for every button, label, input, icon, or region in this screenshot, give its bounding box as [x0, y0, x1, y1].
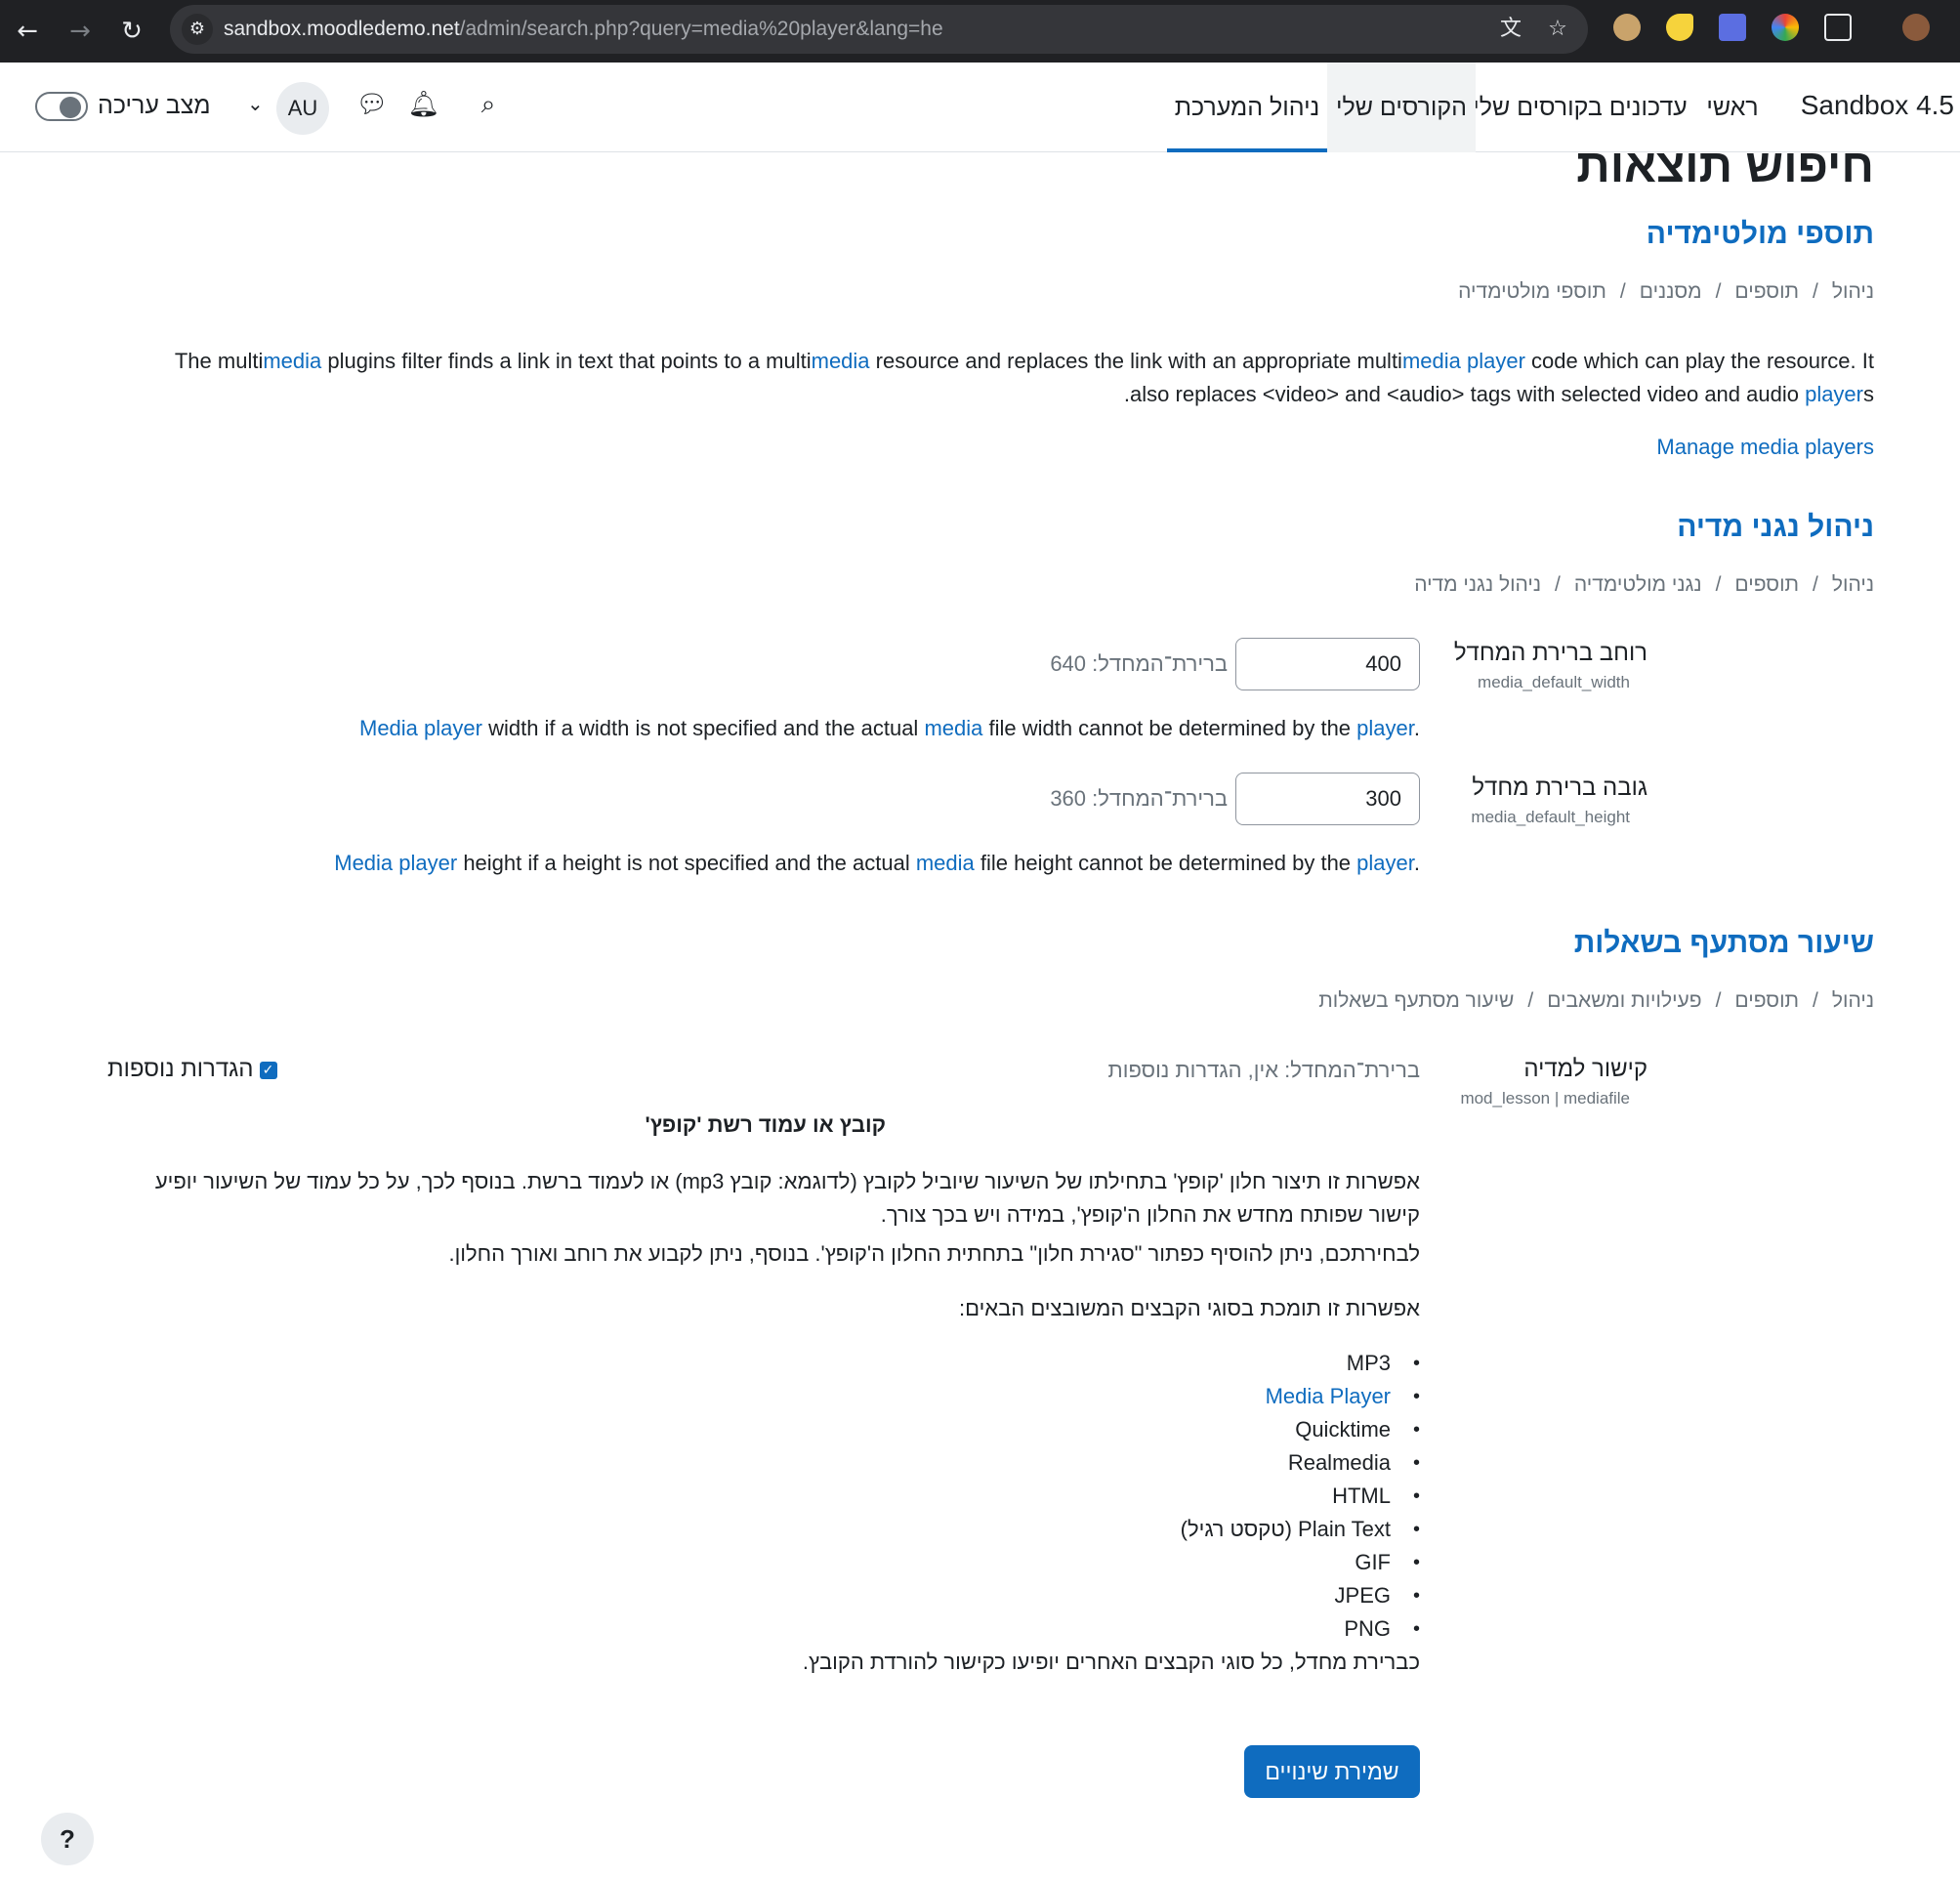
chevron-down-icon[interactable]: ⌄: [247, 92, 264, 115]
reload-icon[interactable]: ↻: [112, 12, 151, 51]
color-extension-icon[interactable]: [1772, 14, 1799, 41]
list-item: Plain Text (טקסט רגיל): [1181, 1513, 1421, 1546]
default-width-description: Media player width if a width is not spe…: [359, 716, 1420, 740]
popup-paragraph-4: כברירת מחדל, כל סוגי הקבצים האחרים יופיע…: [802, 1650, 1420, 1674]
filetype-list: MP3 Media Player Quicktime Realmedia HTM…: [1181, 1347, 1421, 1646]
default-height-input[interactable]: 300: [1235, 773, 1420, 825]
site-info-icon[interactable]: ⚙: [182, 14, 213, 45]
list-item: PNG: [1181, 1612, 1420, 1646]
breadcrumb-item[interactable]: נגני מולטימדיה: [1574, 573, 1702, 596]
breadcrumb-item[interactable]: תוספים: [1734, 280, 1799, 303]
moon-extension-icon[interactable]: [1666, 14, 1693, 41]
save-changes-button[interactable]: שמירת שינויים: [1244, 1745, 1420, 1798]
toggle-knob: [60, 97, 81, 118]
checkbox-checked-icon[interactable]: ✓: [259, 1061, 277, 1079]
site-brand[interactable]: Sandbox 4.5: [1801, 90, 1954, 121]
bell-icon[interactable]: 🔔︎: [407, 88, 440, 121]
nav-home[interactable]: ראשי: [1695, 63, 1770, 152]
breadcrumb-item[interactable]: שיעור מסתעף בשאלות: [1318, 989, 1514, 1012]
back-icon[interactable]: ←: [8, 12, 47, 51]
section-title-manage-media-players[interactable]: ניהול נגני מדיה: [1677, 511, 1874, 544]
breadcrumb-item[interactable]: פעילויות ומשאבים: [1547, 989, 1701, 1012]
default-width-default: ברירת־המחדל: 640: [1050, 651, 1228, 676]
default-height-label: גובה ברירת מחדל: [1472, 774, 1647, 801]
breadcrumb-item[interactable]: תוספים: [1734, 573, 1799, 596]
breadcrumb: ניהול/תוספים/פעילויות ומשאבים/שיעור מסתע…: [1318, 989, 1874, 1012]
default-width-key: media_default_width: [1478, 673, 1630, 691]
section-title-lesson[interactable]: שיעור מסתעף בשאלות: [1574, 927, 1874, 960]
breadcrumb: ניהול/תוספים/נגני מולטימדיה/ניהול נגני מ…: [1414, 573, 1874, 596]
default-height-key: media_default_height: [1471, 808, 1630, 826]
list-item: JPEG: [1181, 1579, 1421, 1612]
manage-media-players-link[interactable]: Manage media players: [1656, 435, 1874, 460]
breadcrumb-item[interactable]: ניהול: [1832, 573, 1874, 596]
breadcrumb-item[interactable]: תוספים: [1734, 989, 1799, 1012]
advanced-settings-checkbox[interactable]: ✓הגדרות נוספות: [107, 1056, 277, 1083]
url-text[interactable]: sandbox.moodledemo.net/admin/search.php?…: [224, 18, 943, 41]
default-width-input[interactable]: 400: [1235, 638, 1420, 690]
help-button[interactable]: ?: [41, 1813, 94, 1865]
nav-course-updates[interactable]: עדכונים בקורסים שלי: [1471, 63, 1689, 152]
default-width-label: רוחב ברירת המחדל: [1453, 640, 1647, 666]
breadcrumb-item[interactable]: ניהול נגני מדיה: [1414, 573, 1541, 596]
breadcrumb-item[interactable]: ניהול: [1832, 989, 1874, 1012]
extension-icon[interactable]: [1613, 14, 1641, 41]
list-item: Realmedia: [1181, 1446, 1420, 1480]
edit-mode-toggle[interactable]: [35, 92, 88, 121]
puzzle-extensions-icon[interactable]: [1824, 14, 1852, 41]
list-item: Media Player: [1181, 1380, 1421, 1413]
search-icon[interactable]: ⌕: [472, 88, 505, 121]
nav-site-admin[interactable]: ניהול המערכת: [1167, 63, 1327, 152]
chat-icon[interactable]: 💬︎: [355, 88, 389, 121]
translate-icon[interactable]: 文: [1496, 15, 1525, 44]
star-icon[interactable]: ☆: [1543, 15, 1572, 44]
list-item: HTML: [1181, 1480, 1420, 1513]
user-avatar[interactable]: AU: [276, 82, 329, 135]
popup-paragraph-1: אפשרות זו תיצור חלון 'קופץ' בתחילתו של ה…: [154, 1169, 1420, 1227]
list-item: GIF: [1181, 1546, 1420, 1579]
breadcrumb-item[interactable]: תוספי מולטימדיה: [1458, 280, 1606, 303]
popup-paragraph-3: אפשרות זו תומכת בסוגי הקבצים המשובצים הב…: [958, 1296, 1420, 1320]
media-link-label: קישור למדיה: [1523, 1056, 1647, 1082]
forward-icon[interactable]: →: [61, 12, 100, 51]
list-item: Quicktime: [1181, 1413, 1420, 1446]
main-content: חיפוש תוצאות תוספי מולטימדיה ניהול/תוספי…: [0, 153, 1960, 1881]
moodle-navbar: Sandbox 4.5 ראשי עדכונים בקורסים שלי הקו…: [0, 63, 1960, 152]
section-title-multimedia-plugins[interactable]: תוספי מולטימדיה: [1647, 218, 1874, 251]
reader-extension-icon[interactable]: [1719, 14, 1746, 41]
browser-toolbar: ← → ↻ ⚙ sandbox.moodledemo.net/admin/sea…: [0, 0, 1960, 63]
media-link-default: ברירת־המחדל: אין, הגדרות נוספות: [1107, 1058, 1420, 1082]
breadcrumb: ניהול/תוספים/מסננים/תוספי מולטימדיה: [1458, 280, 1874, 303]
default-height-description: Media player height if a height is not s…: [334, 851, 1420, 875]
default-height-default: ברירת־המחדל: 360: [1050, 786, 1228, 811]
address-bar[interactable]: ⚙ sandbox.moodledemo.net/admin/search.ph…: [170, 5, 1588, 54]
popup-subheading: קובץ או עמוד רשת 'קופץ': [645, 1112, 886, 1137]
edit-mode-label: מצב עריכה: [98, 92, 211, 119]
multimedia-description: The multimedia plugins filter finds a li…: [174, 349, 1874, 406]
media-link-key: mod_lesson | mediafile: [1460, 1089, 1630, 1108]
nav-my-courses[interactable]: הקורסים שלי: [1327, 63, 1476, 152]
page-title: חיפוש תוצאות: [1576, 153, 1874, 192]
profile-avatar-icon[interactable]: [1902, 14, 1930, 41]
popup-paragraph-2: לבחירתכם, ניתן להוסיף כפתור "סגירת חלון"…: [448, 1241, 1420, 1266]
list-item: MP3: [1181, 1347, 1421, 1380]
breadcrumb-item[interactable]: מסננים: [1640, 280, 1702, 303]
breadcrumb-item[interactable]: ניהול: [1832, 280, 1874, 303]
